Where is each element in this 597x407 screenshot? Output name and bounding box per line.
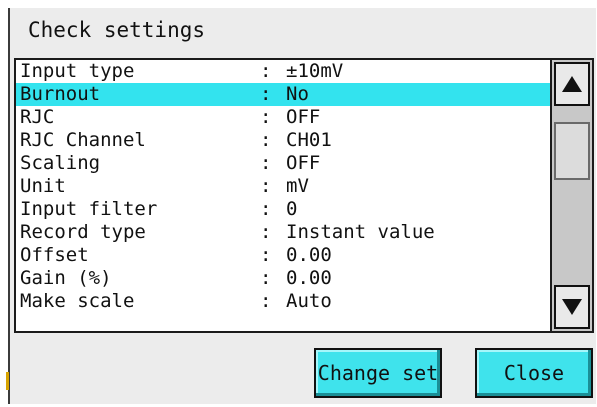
settings-row[interactable]: Scaling: OFF [16,152,550,175]
setting-label: Record type [20,221,146,243]
close-button[interactable]: Close [475,348,593,398]
setting-label: Input filter [20,198,158,220]
setting-separator: : [260,198,272,220]
triangle-down-icon [562,299,582,315]
setting-separator: : [260,221,272,243]
triangle-up-icon [562,76,582,92]
setting-label: Input type [20,60,135,82]
setting-label: Burnout [20,83,101,105]
setting-value: ±10mV [286,60,344,82]
setting-value: CH01 [286,129,332,151]
setting-value: OFF [286,106,321,128]
settings-row[interactable]: Gain (%):0.00 [16,267,550,290]
scroll-up-button[interactable] [554,62,590,106]
settings-row[interactable]: RJC: OFF [16,106,550,129]
settings-row[interactable]: Burnout: No [16,83,550,106]
setting-label: RJC Channel [20,129,146,151]
setting-value: No [286,83,309,105]
setting-value: 0 [286,198,298,220]
setting-value: 0.00 [286,244,332,266]
setting-separator: : [260,175,272,197]
scroll-thumb[interactable] [554,122,590,180]
setting-value: mV [286,175,309,197]
setting-label: Unit [20,175,66,197]
setting-separator: : [260,83,272,105]
settings-list[interactable]: Input type: ±10mV Burnout: No RJC: OFF RJC Cha… [16,60,550,331]
setting-separator: : [260,152,272,174]
setting-label: Offset [20,244,89,266]
settings-row[interactable]: Record type: Instant value [16,221,550,244]
setting-label: Scaling [20,152,101,174]
settings-row[interactable]: Input filter:0 [16,198,550,221]
settings-row[interactable]: Offset:0.00 [16,244,550,267]
setting-separator: : [260,106,272,128]
change-set-button[interactable]: Change set [314,348,442,398]
setting-value: OFF [286,152,321,174]
setting-separator: : [260,60,272,82]
settings-row[interactable]: Make scale: Auto [16,290,550,313]
setting-separator: : [260,290,272,312]
setting-separator: : [260,129,272,151]
setting-value: 0.00 [286,267,332,289]
setting-label: Gain (%) [20,267,112,289]
dialog-title: Check settings [28,18,206,42]
settings-list-frame: Input type: ±10mV Burnout: No RJC: OFF RJC Cha… [14,58,594,333]
setting-label: RJC [20,106,55,128]
setting-separator: : [260,244,272,266]
scroll-down-button[interactable] [554,285,590,329]
setting-value: Instant value [286,221,435,243]
setting-label: Make scale [20,290,135,312]
settings-row[interactable]: Unit: mV [16,175,550,198]
setting-value: Auto [286,290,332,312]
settings-row[interactable]: Input type: ±10mV [16,60,550,83]
settings-row[interactable]: RJC Channel: CH01 [16,129,550,152]
edge-marker [6,372,9,390]
setting-separator: : [260,267,272,289]
scrollbar[interactable] [550,60,592,331]
